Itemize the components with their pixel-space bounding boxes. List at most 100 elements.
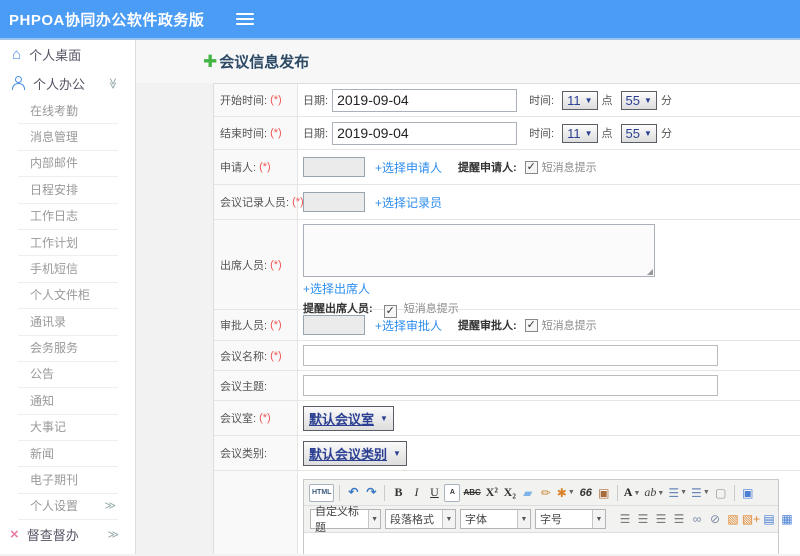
sidebar-subitem[interactable]: 通讯录 <box>18 309 118 336</box>
end-hour-select[interactable]: 11 ▼ <box>562 123 598 143</box>
new-page-icon[interactable]: ▢ <box>713 484 729 502</box>
sidebar-subitem[interactable]: 日程安排 <box>18 177 118 204</box>
sms-tip-label: 短消息提示 <box>541 162 597 174</box>
approver-label: 审批人员: <box>220 320 268 332</box>
form-row-recorder: 会议记录人员: (*) +选择记录员 <box>214 185 800 220</box>
superscript-icon[interactable]: X² <box>484 484 500 502</box>
align-right-icon[interactable]: ☰ <box>653 510 669 528</box>
hour-unit-label: 点 <box>601 95 613 107</box>
recorder-input[interactable] <box>303 192 365 212</box>
start-time-label: 开始时间: <box>220 95 268 107</box>
heading-select[interactable]: 自定义标题 ▼ <box>310 506 381 534</box>
chevron-right-icon: ≫ <box>107 528 119 541</box>
meeting-room-select[interactable]: 默认会议室 ▼ <box>303 405 394 431</box>
link-icon[interactable]: ∞ <box>689 510 705 528</box>
unordered-list-icon[interactable]: ☰ ▼ <box>690 484 711 502</box>
form-row-meeting-content: HTML ↶ ↷ B I U A ABC X² X₂ ▰ ✏ ✱ ▼ 66 ▣ A ▼ ab ▼ ☰ ▼ ☰ ▼ ▢ ▣ 自定义标… <box>214 471 800 554</box>
clean-format-brush-icon[interactable]: ✏ <box>538 484 554 502</box>
undo-icon[interactable]: ↶ <box>345 484 361 502</box>
underline-icon[interactable]: U <box>426 484 442 502</box>
start-minute-select[interactable]: 55 ▼ <box>620 90 657 110</box>
form-row-applicant: 申请人: (*) +选择申请人 提醒申请人: ✓ 短消息提示 <box>214 150 800 185</box>
meeting-subject-input[interactable] <box>303 375 718 396</box>
sidebar-subitem[interactable]: 个人文件柜 <box>18 283 118 310</box>
hamburger-menu-icon[interactable] <box>236 13 255 25</box>
highlight-color-icon[interactable]: ab ▼ <box>643 484 665 502</box>
sidebar-item-supervision[interactable]: × 督查督办 ≫ <box>0 520 135 548</box>
dropdown-arrow-icon: ▼ <box>567 489 575 496</box>
applicant-input[interactable] <box>303 157 365 177</box>
applicant-label: 申请人: <box>220 162 257 174</box>
sidebar-subitem[interactable]: 电子期刊 <box>18 467 118 494</box>
sidebar-subitem[interactable]: 公告 <box>18 362 118 389</box>
chevron-down-icon: ≫ <box>106 77 119 89</box>
form-row-meeting-name: 会议名称: (*) <box>214 341 800 371</box>
font-size-select[interactable]: 字号 ▼ <box>535 509 606 529</box>
end-minute-select[interactable]: 55 ▼ <box>620 123 657 143</box>
toolbar-separator <box>733 484 735 501</box>
sidebar-subitem[interactable]: 手机短信 <box>18 256 118 283</box>
blockquote-icon[interactable]: 66 <box>578 484 594 502</box>
form-row-meeting-room: 会议室: (*) 默认会议室 ▼ <box>214 401 800 436</box>
paragraph-format-select[interactable]: 段落格式 ▼ <box>385 509 456 529</box>
strikethrough-icon[interactable]: ABC <box>462 484 481 502</box>
recorder-label: 会议记录人员: <box>220 197 290 209</box>
sidebar-subitem[interactable]: 消息管理 <box>18 124 118 151</box>
insert-image-icon[interactable]: ▧ <box>725 510 741 528</box>
applicant-sms-checkbox[interactable]: ✓ <box>524 160 538 174</box>
font-style-icon[interactable]: A <box>444 483 461 502</box>
choose-recorder-link[interactable]: +选择记录员 <box>375 194 442 211</box>
editor-content-area[interactable] <box>304 533 778 554</box>
unlink-icon[interactable]: ⊘ <box>707 510 723 528</box>
upload-image-icon[interactable]: ▧+ <box>742 510 760 528</box>
sidebar-subitem[interactable]: 在线考勤 <box>18 98 118 125</box>
insert-table-icon[interactable]: ▦ <box>779 510 795 528</box>
sidebar-subitem-settings[interactable]: 个人设置 ≫ <box>18 494 118 521</box>
remind-approver-label: 提醒审批人: <box>458 320 517 332</box>
choose-approver-link[interactable]: +选择审批人 <box>375 317 442 334</box>
sidebar-subitem[interactable]: 内部邮件 <box>18 151 118 178</box>
sidebar-subitem[interactable]: 工作日志 <box>18 204 118 230</box>
ordered-list-icon[interactable]: ☰ ▼ <box>667 484 688 502</box>
sidebar-subitem[interactable]: 新闻 <box>18 441 118 468</box>
sidebar-subitem[interactable]: 工作计划 <box>18 230 118 257</box>
start-hour-select[interactable]: 11 ▼ <box>562 90 598 110</box>
meeting-category-select[interactable]: 默认会议类别 ▼ <box>303 440 407 466</box>
toolbar-separator <box>339 484 341 501</box>
align-left-icon[interactable]: ☰ <box>617 510 633 528</box>
meeting-name-input[interactable] <box>303 345 718 366</box>
italic-icon[interactable]: I <box>408 484 424 502</box>
redo-icon[interactable]: ↷ <box>363 484 379 502</box>
approver-input[interactable] <box>303 315 365 335</box>
paste-icon[interactable]: ▣ <box>596 484 612 502</box>
dropdown-arrow-icon: ▼ <box>702 489 710 496</box>
form-row-meeting-subject: 会议主题: <box>214 371 800 401</box>
eraser-icon[interactable]: ▰ <box>520 484 536 502</box>
end-date-input[interactable] <box>332 121 518 145</box>
bold-icon[interactable]: B <box>390 484 406 502</box>
subscript-icon[interactable]: X₂ <box>502 484 518 502</box>
user-icon <box>12 76 25 90</box>
font-color-icon[interactable]: A ▼ <box>623 484 642 502</box>
choose-applicant-link[interactable]: +选择申请人 <box>375 159 442 176</box>
required-mark: (*) <box>259 412 271 424</box>
format-paint-icon[interactable]: ✱ ▼ <box>556 484 576 502</box>
align-center-icon[interactable]: ☰ <box>635 510 651 528</box>
start-date-input[interactable] <box>332 88 518 112</box>
sidebar-item-personal-desktop[interactable]: ⌂ 个人桌面 <box>0 40 135 68</box>
insert-media-icon[interactable]: ▤ <box>761 510 777 528</box>
sidebar-subitem[interactable]: 通知 <box>18 388 118 415</box>
fullscreen-icon[interactable]: ▣ <box>740 484 756 502</box>
approver-sms-checkbox[interactable]: ✓ <box>524 318 538 332</box>
font-family-select[interactable]: 字体 ▼ <box>460 509 531 529</box>
attendees-textarea[interactable] <box>303 224 655 277</box>
required-mark: (*) <box>270 127 282 139</box>
sidebar-subitem[interactable]: 大事记 <box>18 415 118 442</box>
sidebar-subitem[interactable]: 会务服务 <box>18 336 118 362</box>
choose-attendees-link[interactable]: +选择出席人 <box>303 282 370 296</box>
minute-unit-label: 分 <box>660 95 672 107</box>
align-justify-icon[interactable]: ☰ <box>671 510 687 528</box>
source-code-icon[interactable]: HTML <box>309 483 335 502</box>
sidebar-item-personal-office[interactable]: 个人办公 ≫ <box>0 68 135 98</box>
required-mark: (*) <box>270 319 282 331</box>
